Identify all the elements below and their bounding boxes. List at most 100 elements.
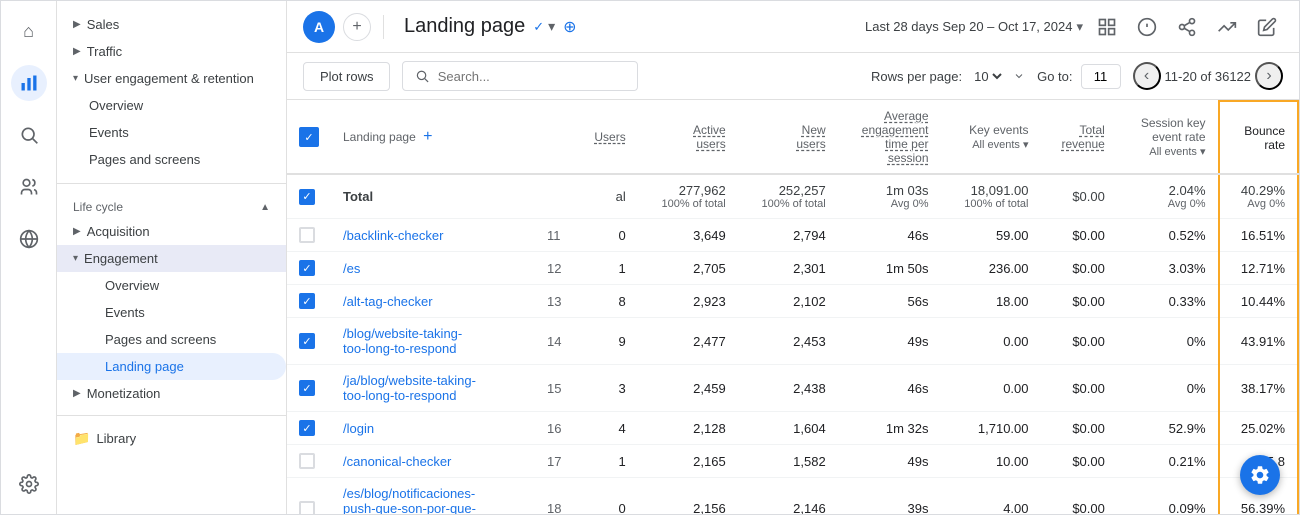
select-all-checkbox[interactable]: ✓ xyxy=(299,127,319,147)
row-checkbox[interactable] xyxy=(299,227,315,243)
analytics-nav-icon[interactable] xyxy=(11,65,47,101)
row-landing-page-cell[interactable]: /es xyxy=(331,252,535,285)
sidebar-sales-label: Sales xyxy=(87,17,270,32)
sidebar-item-library[interactable]: 📁 Library xyxy=(57,424,286,453)
row-checkbox[interactable]: ✓ xyxy=(299,333,315,349)
row-active-users-cell: 2,923 xyxy=(638,285,738,318)
search-input[interactable] xyxy=(438,69,625,84)
row-new-users-cell: 1,582 xyxy=(738,445,838,478)
edit-icon-btn[interactable] xyxy=(1251,11,1283,43)
row-landing-page-cell[interactable]: /login xyxy=(331,412,535,445)
date-range-chevron-icon: ▾ xyxy=(1076,19,1083,35)
trending-icon-btn[interactable] xyxy=(1211,11,1243,43)
col-header-bounce-rate: Bouncerate xyxy=(1219,101,1298,174)
table-row: ✓ /ja/blog/website-taking-too-long-to-re… xyxy=(287,365,1298,412)
row-checkbox[interactable]: ✓ xyxy=(299,420,315,436)
sidebar-item-pages-screens-lc[interactable]: Pages and screens xyxy=(57,326,286,353)
goto-input[interactable] xyxy=(1081,64,1121,89)
total-checkbox[interactable]: ✓ xyxy=(299,189,315,205)
row-checkbox-cell xyxy=(287,445,331,478)
add-comparison-button[interactable]: + xyxy=(343,13,371,41)
sidebar-item-sales[interactable]: ▶ Sales xyxy=(57,11,286,38)
search-box xyxy=(402,61,637,91)
user-engagement-chevron-icon: ▾ xyxy=(73,73,78,84)
row-key-events-cell: 0.00 xyxy=(941,318,1041,365)
lifecycle-group[interactable]: Life cycle ▲ xyxy=(57,192,286,218)
date-range[interactable]: Last 28 days Sep 20 – Oct 17, 2024 ▾ xyxy=(865,19,1083,35)
sidebar-item-monetization[interactable]: ▶ Monetization xyxy=(57,380,286,407)
sidebar-item-traffic[interactable]: ▶ Traffic xyxy=(57,38,286,65)
row-checkbox[interactable]: ✓ xyxy=(299,260,315,276)
row-bounce-rate-cell: 12.71% xyxy=(1219,252,1298,285)
title-add-icon[interactable]: ⊕ xyxy=(563,17,576,37)
row-bounce-rate-cell: 10.44% xyxy=(1219,285,1298,318)
sidebar-item-acquisition[interactable]: ▶ Acquisition xyxy=(57,218,286,245)
row-landing-page-cell[interactable]: /ja/blog/website-taking-too-long-to-resp… xyxy=(331,365,535,412)
row-revenue-cell: $0.00 xyxy=(1041,285,1117,318)
comparison-icon-btn[interactable] xyxy=(1091,11,1123,43)
row-session-key-rate-cell: 0.21% xyxy=(1117,445,1219,478)
row-users-cell: 1 xyxy=(575,252,638,285)
col-add-icon[interactable]: + xyxy=(423,128,432,145)
row-checkbox[interactable]: ✓ xyxy=(299,293,315,309)
sidebar-item-landing-page[interactable]: Landing page xyxy=(57,353,286,380)
share-icon-btn[interactable] xyxy=(1171,11,1203,43)
sidebar-item-events-lc[interactable]: Events xyxy=(57,299,286,326)
sidebar-monetization-label: Monetization xyxy=(87,386,270,401)
row-landing-page-cell[interactable]: /canonical-checker xyxy=(331,445,535,478)
row-key-events-cell: 1,710.00 xyxy=(941,412,1041,445)
row-checkbox-cell: ✓ xyxy=(287,365,331,412)
total-bounce-rate-cell: 40.29% Avg 0% xyxy=(1219,174,1298,219)
row-session-key-rate-cell: 0% xyxy=(1117,318,1219,365)
sidebar-item-overview-engagement[interactable]: Overview xyxy=(57,92,286,119)
row-new-users-cell: 1,604 xyxy=(738,412,838,445)
settings-nav-icon[interactable] xyxy=(11,466,47,502)
row-avg-engagement-cell: 1m 50s xyxy=(838,252,941,285)
row-checkbox[interactable]: ✓ xyxy=(299,380,315,396)
row-key-events-cell: 4.00 xyxy=(941,478,1041,515)
prev-page-button[interactable]: ‹ xyxy=(1133,62,1161,90)
page-title: Landing page xyxy=(404,15,525,38)
row-checkbox-cell: ✓ xyxy=(287,318,331,365)
next-page-button[interactable]: › xyxy=(1255,62,1283,90)
row-users-cell: 4 xyxy=(575,412,638,445)
col-header-landing-page: Landing page + xyxy=(331,101,535,174)
rows-per-page-select[interactable]: 10 25 50 xyxy=(970,68,1005,85)
sidebar-item-overview-lc[interactable]: Overview xyxy=(57,272,286,299)
row-avg-engagement-cell: 56s xyxy=(838,285,941,318)
engagement-chevron-icon: ▾ xyxy=(73,253,78,264)
total-active-users-cell: 277,962 100% of total xyxy=(638,174,738,219)
row-active-users-cell: 2,477 xyxy=(638,318,738,365)
row-checkbox[interactable] xyxy=(299,453,315,469)
total-users-cell: al xyxy=(575,174,638,219)
row-landing-page-cell[interactable]: /alt-tag-checker xyxy=(331,285,535,318)
search-nav-icon[interactable] xyxy=(11,117,47,153)
pagination-text: 11-20 of 36122 xyxy=(1165,69,1252,84)
row-avg-engagement-cell: 49s xyxy=(838,445,941,478)
lifecycle-label: Life cycle xyxy=(73,200,123,214)
sidebar-item-pages-screens-engagement[interactable]: Pages and screens xyxy=(57,146,286,173)
sidebar-item-user-engagement[interactable]: ▾ User engagement & retention xyxy=(57,65,286,92)
session-key-filter-icon[interactable]: ▾ xyxy=(1200,146,1206,158)
insights-icon-btn[interactable] xyxy=(1131,11,1163,43)
home-nav-icon[interactable]: ⌂ xyxy=(11,13,47,49)
row-bounce-rate-cell: 16.51% xyxy=(1219,219,1298,252)
row-checkbox[interactable] xyxy=(299,501,315,515)
title-dropdown-icon[interactable]: ▾ xyxy=(548,18,555,35)
row-landing-page-cell[interactable]: /blog/website-taking-too-long-to-respond xyxy=(331,318,535,365)
advertising-nav-icon[interactable] xyxy=(11,221,47,257)
row-avg-engagement-cell: 46s xyxy=(838,219,941,252)
settings-fab-button[interactable] xyxy=(1240,455,1280,495)
row-active-users-cell: 2,165 xyxy=(638,445,738,478)
sidebar-item-engagement[interactable]: ▾ Engagement xyxy=(57,245,286,272)
row-landing-page-cell[interactable]: /es/blog/notificaciones-push-que-son-por… xyxy=(331,478,535,515)
col-header-session-key-rate: Session keyevent rate All events ▾ xyxy=(1117,101,1219,174)
total-session-key-rate-cell: 2.04% Avg 0% xyxy=(1117,174,1219,219)
plot-rows-button[interactable]: Plot rows xyxy=(303,62,390,91)
key-events-filter-icon[interactable]: ▾ xyxy=(1023,139,1029,151)
row-revenue-cell: $0.00 xyxy=(1041,412,1117,445)
traffic-chevron-icon: ▶ xyxy=(73,46,81,57)
sidebar-item-events-engagement[interactable]: Events xyxy=(57,119,286,146)
row-landing-page-cell[interactable]: /backlink-checker xyxy=(331,219,535,252)
audience-nav-icon[interactable] xyxy=(11,169,47,205)
